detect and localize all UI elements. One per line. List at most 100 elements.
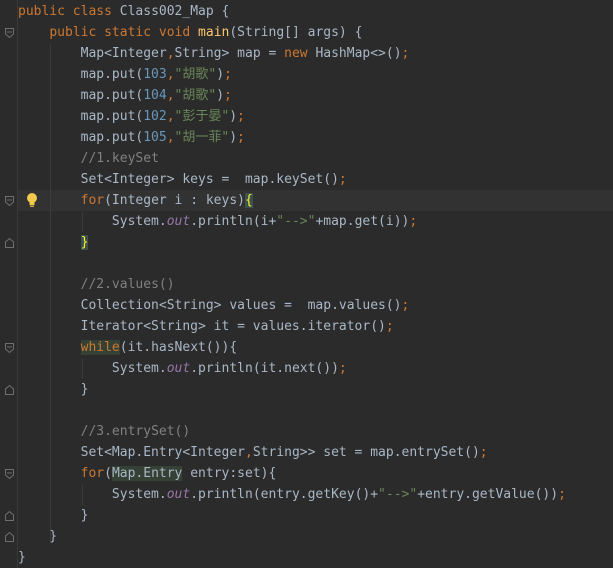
code-token: //1.keySet xyxy=(80,151,159,166)
fold-end-icon[interactable] xyxy=(5,238,14,248)
code-line[interactable]: Map<Integer,String> map = new HashMap<>(… xyxy=(18,43,410,64)
code-line[interactable]: map.put(104,"胡歌"); xyxy=(18,85,232,106)
code-token: out xyxy=(166,487,191,502)
code-token: String> map = xyxy=(174,46,285,61)
code-token: "-->" xyxy=(276,214,316,229)
code-token: new xyxy=(284,46,316,61)
code-token: ) xyxy=(216,88,225,103)
code-token: 104 xyxy=(143,88,167,103)
code-line[interactable]: public class Class002_Map { xyxy=(18,1,229,22)
code-token: out xyxy=(166,214,191,229)
code-line[interactable]: } xyxy=(18,232,89,253)
code-token: ; xyxy=(401,298,410,313)
code-token: "胡歌" xyxy=(174,88,217,103)
code-token: .println(i+ xyxy=(190,214,277,229)
code-token: "胡一菲" xyxy=(174,130,230,145)
code-token: ; xyxy=(401,46,410,61)
code-token: System. xyxy=(18,361,167,376)
code-line[interactable]: } xyxy=(18,505,89,526)
code-token: (it.hasNext()){ xyxy=(119,340,238,355)
code-token: , xyxy=(166,46,175,61)
code-line[interactable]: //3.entrySet() xyxy=(18,421,191,442)
code-line[interactable]: for(Integer i : keys){ xyxy=(18,190,253,211)
code-token: //3.entrySet() xyxy=(80,424,191,439)
code-token: { xyxy=(245,193,253,208)
code-token: (String[] args) { xyxy=(229,25,363,40)
code-token: Map.Entry xyxy=(111,466,183,481)
code-token: ; xyxy=(479,445,488,460)
code-editor[interactable]: public class Class002_Map { public stati… xyxy=(0,0,613,568)
code-token: , xyxy=(166,109,175,124)
code-line[interactable]: } xyxy=(18,547,26,568)
code-token: Iterator<String> it = values.iterator() xyxy=(18,319,386,334)
code-token: ) xyxy=(229,130,238,145)
code-token: , xyxy=(244,445,253,460)
code-token: for xyxy=(80,466,105,481)
code-token: public xyxy=(18,4,73,19)
code-line[interactable]: System.out.println(entry.getKey()+"-->"+… xyxy=(18,484,566,505)
code-line[interactable]: //2.values() xyxy=(18,274,175,295)
code-token: Set<Map.Entry<Integer xyxy=(18,445,245,460)
code-token: System. xyxy=(18,214,167,229)
editor-gutter[interactable] xyxy=(0,0,17,568)
code-token: "彭于晏" xyxy=(174,109,230,124)
code-line[interactable]: while(it.hasNext()){ xyxy=(18,337,237,358)
code-line[interactable]: System.out.println(i+"-->"+map.get(i)); xyxy=(18,211,417,232)
code-token: , xyxy=(166,67,175,82)
fold-end-icon[interactable] xyxy=(5,385,14,395)
code-token: ) xyxy=(229,109,238,124)
code-token: ; xyxy=(558,487,566,502)
fold-collapse-icon[interactable] xyxy=(5,469,14,479)
fold-end-icon[interactable] xyxy=(5,532,14,542)
code-line[interactable]: } xyxy=(18,526,57,547)
code-token: Set<Integer> keys = map.keySet() xyxy=(18,172,339,187)
code-token: ; xyxy=(237,109,245,124)
code-token: 105 xyxy=(143,130,167,145)
code-token: ; xyxy=(385,319,394,334)
code-line[interactable]: Iterator<String> it = values.iterator(); xyxy=(18,316,394,337)
code-line[interactable]: Set<Integer> keys = map.keySet(); xyxy=(18,169,347,190)
code-line[interactable]: } xyxy=(18,379,89,400)
fold-collapse-icon[interactable] xyxy=(5,196,14,206)
code-token: } xyxy=(18,382,89,397)
code-line[interactable]: Collection<String> values = map.values()… xyxy=(18,295,410,316)
code-token: System. xyxy=(18,487,167,502)
code-token: while xyxy=(80,340,120,355)
code-token: ( xyxy=(104,466,112,481)
code-token: ; xyxy=(338,361,347,376)
code-token: map.put( xyxy=(18,67,144,82)
fold-collapse-icon[interactable] xyxy=(5,343,14,353)
code-line[interactable]: System.out.println(it.next()); xyxy=(18,358,347,379)
code-line[interactable]: map.put(103,"胡歌"); xyxy=(18,64,232,85)
code-line[interactable]: public static void main(String[] args) { xyxy=(18,22,362,43)
code-token: +entry.getValue()) xyxy=(417,487,559,502)
code-line[interactable]: Set<Map.Entry<Integer,String>> set = map… xyxy=(18,442,488,463)
code-token: ; xyxy=(237,130,245,145)
code-token: out xyxy=(166,361,191,376)
code-token: for xyxy=(80,193,105,208)
fold-collapse-icon[interactable] xyxy=(5,28,14,38)
code-token: map.put( xyxy=(18,130,144,145)
code-token: HashMap<>() xyxy=(315,46,402,61)
code-token: , xyxy=(166,88,175,103)
code-token: ; xyxy=(224,88,232,103)
fold-end-icon[interactable] xyxy=(5,511,14,521)
code-token: static xyxy=(104,25,159,40)
code-line[interactable]: for(Map.Entry entry:set){ xyxy=(18,463,276,484)
code-line[interactable]: map.put(102,"彭于晏"); xyxy=(18,106,245,127)
code-line[interactable]: //1.keySet xyxy=(18,148,159,169)
code-token: public xyxy=(49,25,105,40)
code-token: //2.values() xyxy=(80,277,175,292)
code-token: (Integer i : keys) xyxy=(104,193,245,208)
code-token: Map<Integer xyxy=(18,46,167,61)
code-line[interactable]: map.put(105,"胡一菲"); xyxy=(18,127,245,148)
code-token: map.put( xyxy=(18,88,144,103)
code-token: 103 xyxy=(143,67,167,82)
code-token: map.put( xyxy=(18,109,144,124)
